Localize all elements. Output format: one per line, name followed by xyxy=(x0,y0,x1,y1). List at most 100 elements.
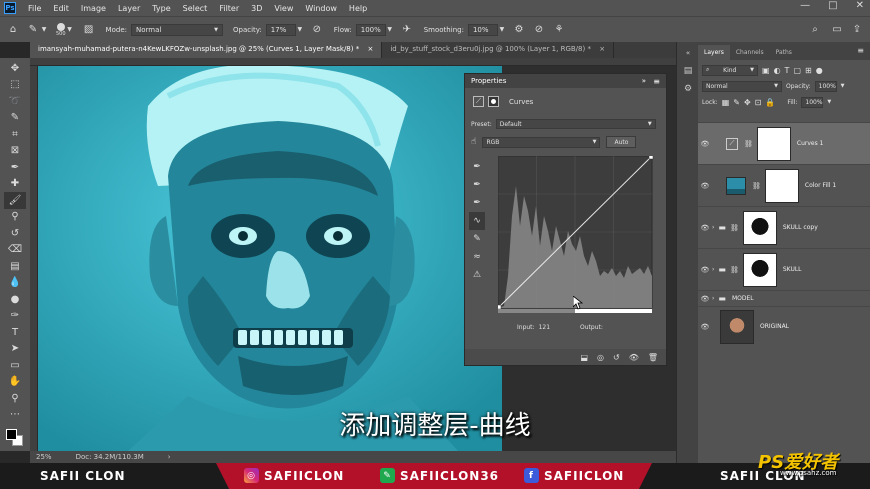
foreground-color-swatch[interactable] xyxy=(6,429,17,440)
original-photo-thumbnail[interactable] xyxy=(720,309,754,344)
trash-icon[interactable]: 🗑 xyxy=(648,353,658,362)
menu-edit[interactable]: Edit xyxy=(47,4,75,13)
gear-icon[interactable]: ⚙ xyxy=(512,23,526,37)
lock-artboard-icon[interactable]: ⊡ xyxy=(755,98,762,107)
clone-stamp-tool-icon[interactable]: ⚲ xyxy=(4,209,26,226)
crop-tool-icon[interactable]: ⌗ xyxy=(4,126,26,143)
clipping-warning-icon[interactable]: ⚠ xyxy=(469,266,485,284)
filter-pixel-icon[interactable]: ▣ xyxy=(762,66,770,75)
gradient-tool-icon[interactable]: ▤ xyxy=(4,258,26,275)
menu-filter[interactable]: Filter xyxy=(213,4,245,13)
filter-adjustment-icon[interactable]: ◐ xyxy=(774,66,781,75)
zoom-level[interactable]: 25% xyxy=(36,453,52,461)
visibility-eye-icon[interactable]: 👁 xyxy=(698,224,712,232)
quick-select-tool-icon[interactable]: ✎ xyxy=(4,110,26,127)
gray-point-eyedropper-icon[interactable]: ✒ xyxy=(469,176,485,194)
close-window-button[interactable]: ✕ xyxy=(856,0,864,11)
chevron-down-icon[interactable]: ▼ xyxy=(296,23,304,37)
eyedropper-tool-icon[interactable]: ✒ xyxy=(4,159,26,176)
chevron-down-icon[interactable]: ▼ xyxy=(498,23,506,37)
menu-image[interactable]: Image xyxy=(75,4,112,13)
type-tool-icon[interactable]: T xyxy=(4,324,26,341)
lasso-tool-icon[interactable]: ➰ xyxy=(4,93,26,110)
mode-select[interactable]: Normal ▼ xyxy=(130,23,223,36)
curves-adjustment-icon[interactable]: ⟋ xyxy=(473,96,484,107)
lock-all-icon[interactable]: 🔒 xyxy=(765,98,775,107)
move-tool-icon[interactable]: ✥ xyxy=(4,60,26,77)
pressure-size-icon[interactable]: ⊘ xyxy=(532,23,546,37)
menu-select[interactable]: Select xyxy=(177,4,214,13)
share-icon[interactable]: ⇪ xyxy=(850,23,864,37)
status-arrow[interactable]: › xyxy=(168,453,171,461)
rectangle-tool-icon[interactable]: ▭ xyxy=(4,357,26,374)
curve-points-icon[interactable]: ∿ xyxy=(469,212,485,230)
layer-mask-thumbnail[interactable] xyxy=(764,168,799,203)
skull-mask-thumbnail[interactable] xyxy=(742,252,777,287)
layer-opacity-field[interactable]: 100% xyxy=(814,80,837,92)
tab-channels[interactable]: Channels xyxy=(730,45,770,60)
blur-tool-icon[interactable]: 💧 xyxy=(4,275,26,292)
brush-preset-picker[interactable]: 500 xyxy=(56,22,66,37)
tab-layers[interactable]: Layers xyxy=(698,45,730,60)
layer-name[interactable]: Curves 1 xyxy=(797,140,824,147)
link-icon[interactable]: ⛓ xyxy=(730,266,739,274)
visibility-eye-icon[interactable]: 👁 xyxy=(698,323,712,331)
fill-field[interactable]: 100% xyxy=(801,96,824,108)
history-brush-tool-icon[interactable]: ↺ xyxy=(4,225,26,242)
healing-brush-tool-icon[interactable]: ✚ xyxy=(4,176,26,193)
expand-chevron-icon[interactable]: › xyxy=(712,224,714,231)
panel-menu-icon[interactable]: ≡ xyxy=(653,77,660,86)
properties-header[interactable]: Properties » ≡ xyxy=(465,74,666,88)
black-point-eyedropper-icon[interactable]: ✒ xyxy=(469,158,485,176)
preset-select[interactable]: Default ▼ xyxy=(495,119,656,129)
dock-collapse-icon[interactable]: « xyxy=(680,46,696,60)
dodge-tool-icon[interactable]: ● xyxy=(4,291,26,308)
minimize-button[interactable]: — xyxy=(800,0,810,11)
tab-document-1[interactable]: imansyah-muhamad-putera-n4KewLKFOZw-unsp… xyxy=(30,42,383,58)
target-adjust-icon[interactable]: ☝ xyxy=(471,137,476,147)
layer-row-skull-copy[interactable]: 👁 › ▬ ⛓ SKULL copy xyxy=(698,206,870,248)
visibility-eye-icon[interactable]: 👁 xyxy=(698,182,712,190)
menu-view[interactable]: View xyxy=(268,4,299,13)
menu-3d[interactable]: 3D xyxy=(245,4,268,13)
filter-smart-icon[interactable]: ⊞ xyxy=(805,66,812,75)
curves-graph[interactable] xyxy=(498,156,654,316)
link-icon[interactable]: ⛓ xyxy=(752,182,761,190)
layer-row-color-fill-1[interactable]: 👁 ⛓ Color Fill 1 xyxy=(698,164,870,206)
filter-shape-icon[interactable]: ▢ xyxy=(793,66,801,75)
search-icon[interactable]: ⌕ xyxy=(808,23,822,37)
layer-name[interactable]: SKULL xyxy=(783,266,802,273)
layer-name[interactable]: MODEL xyxy=(732,295,754,302)
skull-mask-thumbnail[interactable] xyxy=(742,210,777,245)
auto-button[interactable]: Auto xyxy=(606,136,637,148)
marquee-tool-icon[interactable]: ⬚ xyxy=(4,77,26,94)
opacity-field[interactable]: 17% xyxy=(265,23,296,36)
smoothing-field[interactable]: 10% xyxy=(467,23,498,36)
brush-panel-icon[interactable]: ▨ xyxy=(82,23,96,37)
layer-name[interactable]: ORIGINAL xyxy=(760,323,789,330)
white-point-eyedropper-icon[interactable]: ✒ xyxy=(469,194,485,212)
lock-position-icon[interactable]: ✥ xyxy=(744,98,751,107)
pen-tool-icon[interactable]: ✑ xyxy=(4,308,26,325)
filter-toggle-icon[interactable]: ● xyxy=(816,66,823,75)
path-select-tool-icon[interactable]: ➤ xyxy=(4,341,26,358)
flow-field[interactable]: 100% xyxy=(355,23,386,36)
visibility-eye-icon[interactable]: 👁 xyxy=(698,266,712,274)
close-icon[interactable]: × xyxy=(599,45,605,53)
expand-chevron-icon[interactable]: › xyxy=(712,295,714,302)
chevron-down-icon[interactable]: ▼ xyxy=(66,23,74,37)
layer-row-skull[interactable]: 👁 › ▬ ⛓ SKULL xyxy=(698,248,870,290)
pressure-opacity-icon[interactable]: ⊘ xyxy=(310,23,324,37)
visibility-eye-icon[interactable]: 👁 xyxy=(698,295,712,303)
channel-select[interactable]: RGB ▼ xyxy=(482,136,601,148)
tab-document-2[interactable]: id_by_stuff_stock_d3eru0j.jpg @ 100% (La… xyxy=(382,42,615,58)
panel-menu-icon[interactable]: ≡ xyxy=(857,46,864,55)
menu-layer[interactable]: Layer xyxy=(112,4,146,13)
close-icon[interactable]: × xyxy=(367,45,373,53)
layer-name[interactable]: Color Fill 1 xyxy=(805,182,836,189)
chevron-down-icon[interactable]: ▼ xyxy=(841,83,845,89)
mask-icon[interactable] xyxy=(488,96,499,107)
properties-panel-icon[interactable]: ⚙ xyxy=(680,82,696,96)
tab-paths[interactable]: Paths xyxy=(770,45,798,60)
brush-tool-icon[interactable]: 🖌 xyxy=(4,192,26,209)
